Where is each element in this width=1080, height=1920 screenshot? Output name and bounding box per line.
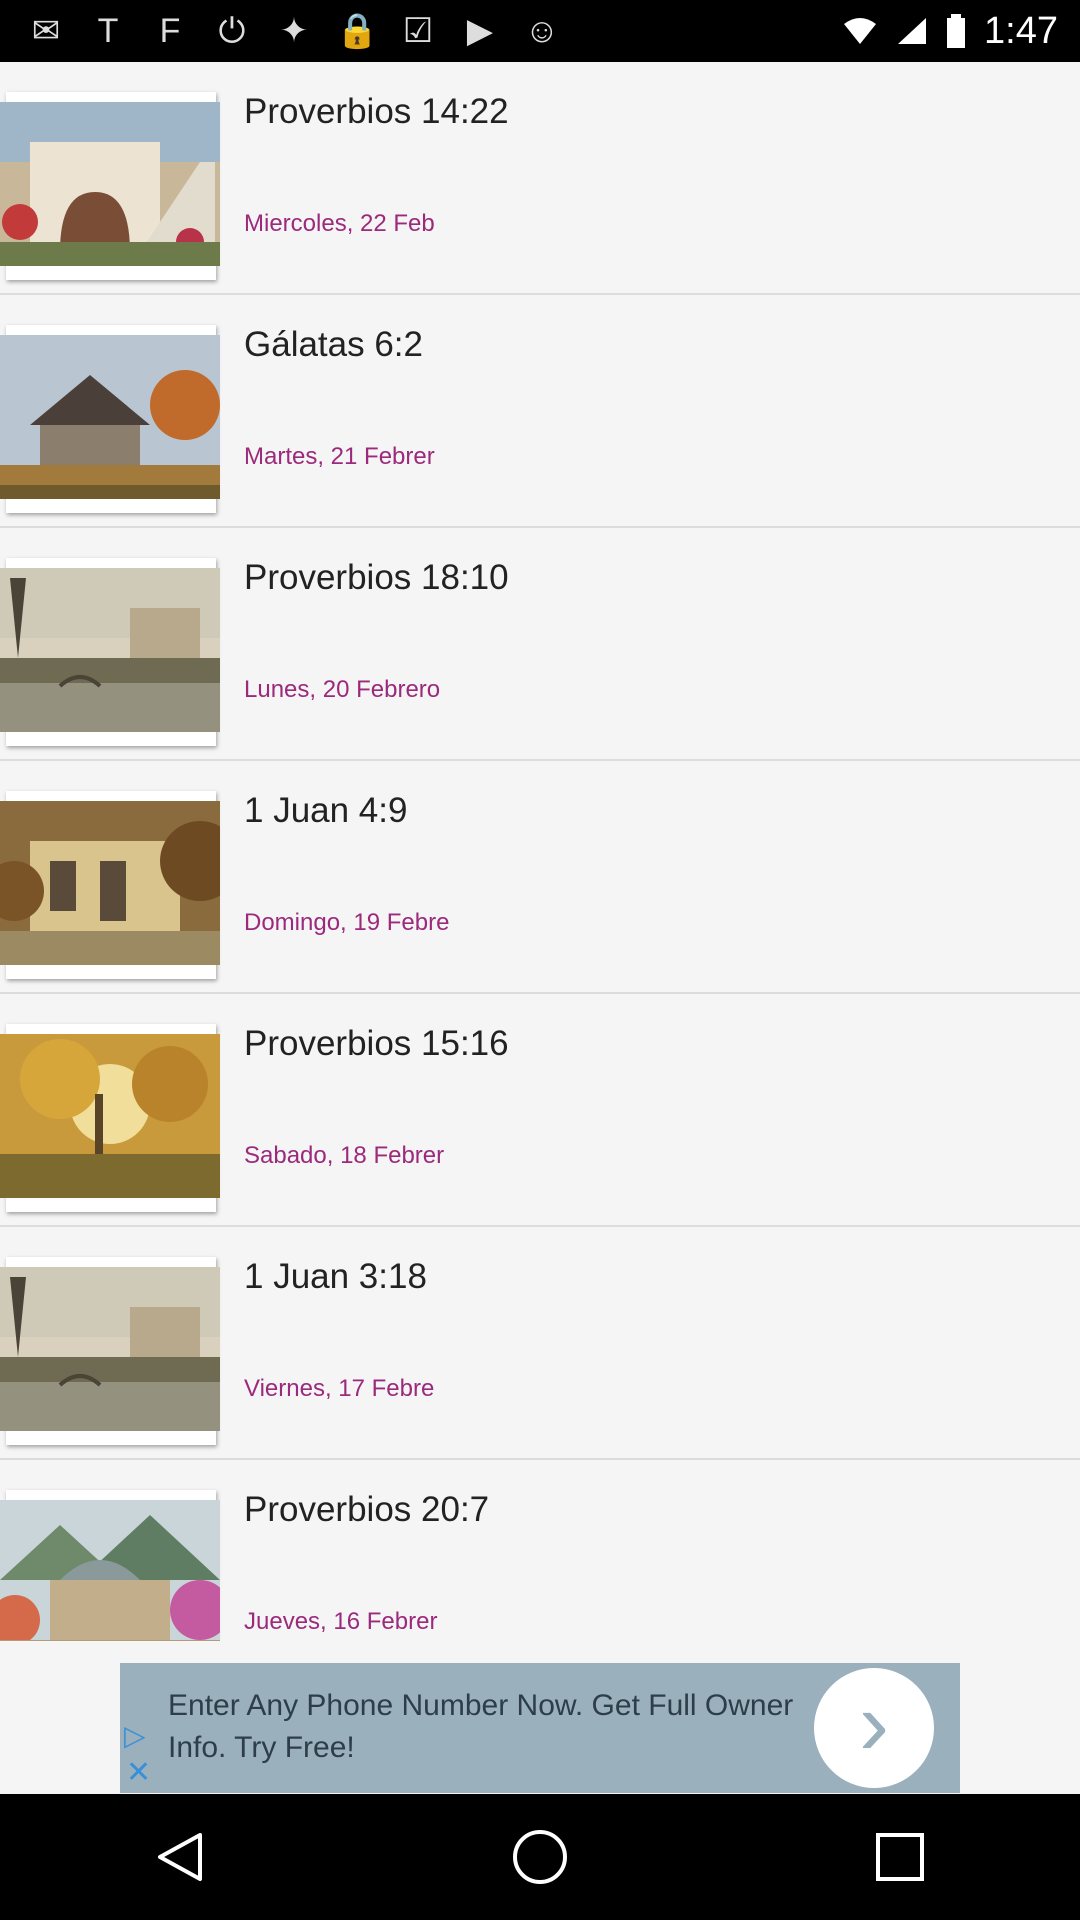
briefcase-play-icon: ▶ <box>466 12 494 50</box>
mail-icon: ✉ <box>31 12 61 50</box>
ad-choices-icon[interactable]: ▷ <box>124 1719 146 1752</box>
satellite-icon: ✦ <box>279 12 309 50</box>
lock-icon: 🔒 <box>336 12 379 50</box>
wifi-icon <box>844 18 877 44</box>
item-title: 1 Juan 4:9 <box>244 791 408 830</box>
navigation-bar <box>0 1794 1080 1920</box>
item-title: Proverbios 14:22 <box>244 92 509 131</box>
notification-icons: ✉ T F ⏻ ✦ 🔒 ☑ ▶ ☺ <box>0 11 562 51</box>
flipboard-icon: F <box>159 11 181 50</box>
item-date: Lunes, 20 Febrero <box>244 676 441 703</box>
painting-thumbnail <box>0 1490 220 1641</box>
item-date: Domingo, 19 Febre <box>244 909 450 936</box>
painting-thumbnail <box>0 1024 220 1212</box>
signal-icon <box>898 18 927 44</box>
item-date: Sabado, 18 Febrer <box>244 1142 445 1169</box>
list-item[interactable]: Proverbios 15:16 Sabado, 18 Febrer <box>0 994 1080 1227</box>
item-date: Jueves, 16 Febrer <box>244 1608 438 1635</box>
battery-icon <box>947 14 966 48</box>
android-icon: ☺ <box>524 11 560 50</box>
ad-banner[interactable]: ▷ ✕ Enter Any Phone Number Now. Get Full… <box>120 1663 960 1793</box>
item-title: Proverbios 18:10 <box>244 558 509 597</box>
text-icon: T <box>97 11 119 50</box>
item-title: 1 Juan 3:18 <box>244 1257 427 1296</box>
painting-image <box>0 1500 220 1641</box>
painting-thumbnail <box>0 92 220 280</box>
painting-image <box>0 1267 220 1431</box>
status-bar: ✉ T F ⏻ ✦ 🔒 ☑ ▶ ☺ 1:47 <box>0 0 1080 62</box>
back-icon <box>158 1833 202 1881</box>
list-item[interactable]: Proverbios 14:22 Miercoles, 22 Feb <box>0 62 1080 295</box>
item-title: Gálatas 6:2 <box>244 325 423 364</box>
painting-image <box>0 801 220 965</box>
item-date: Martes, 21 Febrer <box>244 443 435 470</box>
list-item[interactable]: Proverbios 20:7 Jueves, 16 Febrer <box>0 1460 1080 1641</box>
power-icon: ⏻ <box>218 11 246 50</box>
clipboard-check-icon: ☑ <box>402 12 434 50</box>
item-date: Viernes, 17 Febre <box>244 1375 435 1402</box>
recents-icon <box>876 1833 924 1881</box>
devotional-list[interactable]: Proverbios 14:22 Miercoles, 22 Feb Gálat… <box>0 62 1080 1641</box>
painting-thumbnail <box>0 325 220 513</box>
list-item[interactable]: Gálatas 6:2 Martes, 21 Febrer <box>0 295 1080 528</box>
home-icon <box>513 1830 567 1884</box>
list-item[interactable]: Proverbios 18:10 Lunes, 20 Febrero <box>0 528 1080 761</box>
ad-text: Enter Any Phone Number Now. Get Full Own… <box>168 1689 794 1764</box>
back-button[interactable] <box>135 1812 225 1902</box>
painting-image <box>0 568 220 732</box>
home-button[interactable] <box>495 1812 585 1902</box>
close-icon[interactable]: ✕ <box>126 1755 151 1790</box>
list-item[interactable]: 1 Juan 4:9 Domingo, 19 Febre <box>0 761 1080 994</box>
chevron-right-icon[interactable]: › <box>814 1668 934 1788</box>
painting-thumbnail <box>0 1257 220 1445</box>
clock: 1:47 <box>984 9 1058 52</box>
list-item[interactable]: 1 Juan 3:18 Viernes, 17 Febre <box>0 1227 1080 1460</box>
item-date: Miercoles, 22 Feb <box>244 210 435 237</box>
painting-thumbnail <box>0 791 220 979</box>
item-title: Proverbios 15:16 <box>244 1024 509 1063</box>
painting-image <box>0 1034 220 1198</box>
item-title: Proverbios 20:7 <box>244 1490 490 1529</box>
painting-image <box>0 102 220 266</box>
painting-thumbnail <box>0 558 220 746</box>
painting-image <box>0 335 220 499</box>
recents-button[interactable] <box>855 1812 945 1902</box>
